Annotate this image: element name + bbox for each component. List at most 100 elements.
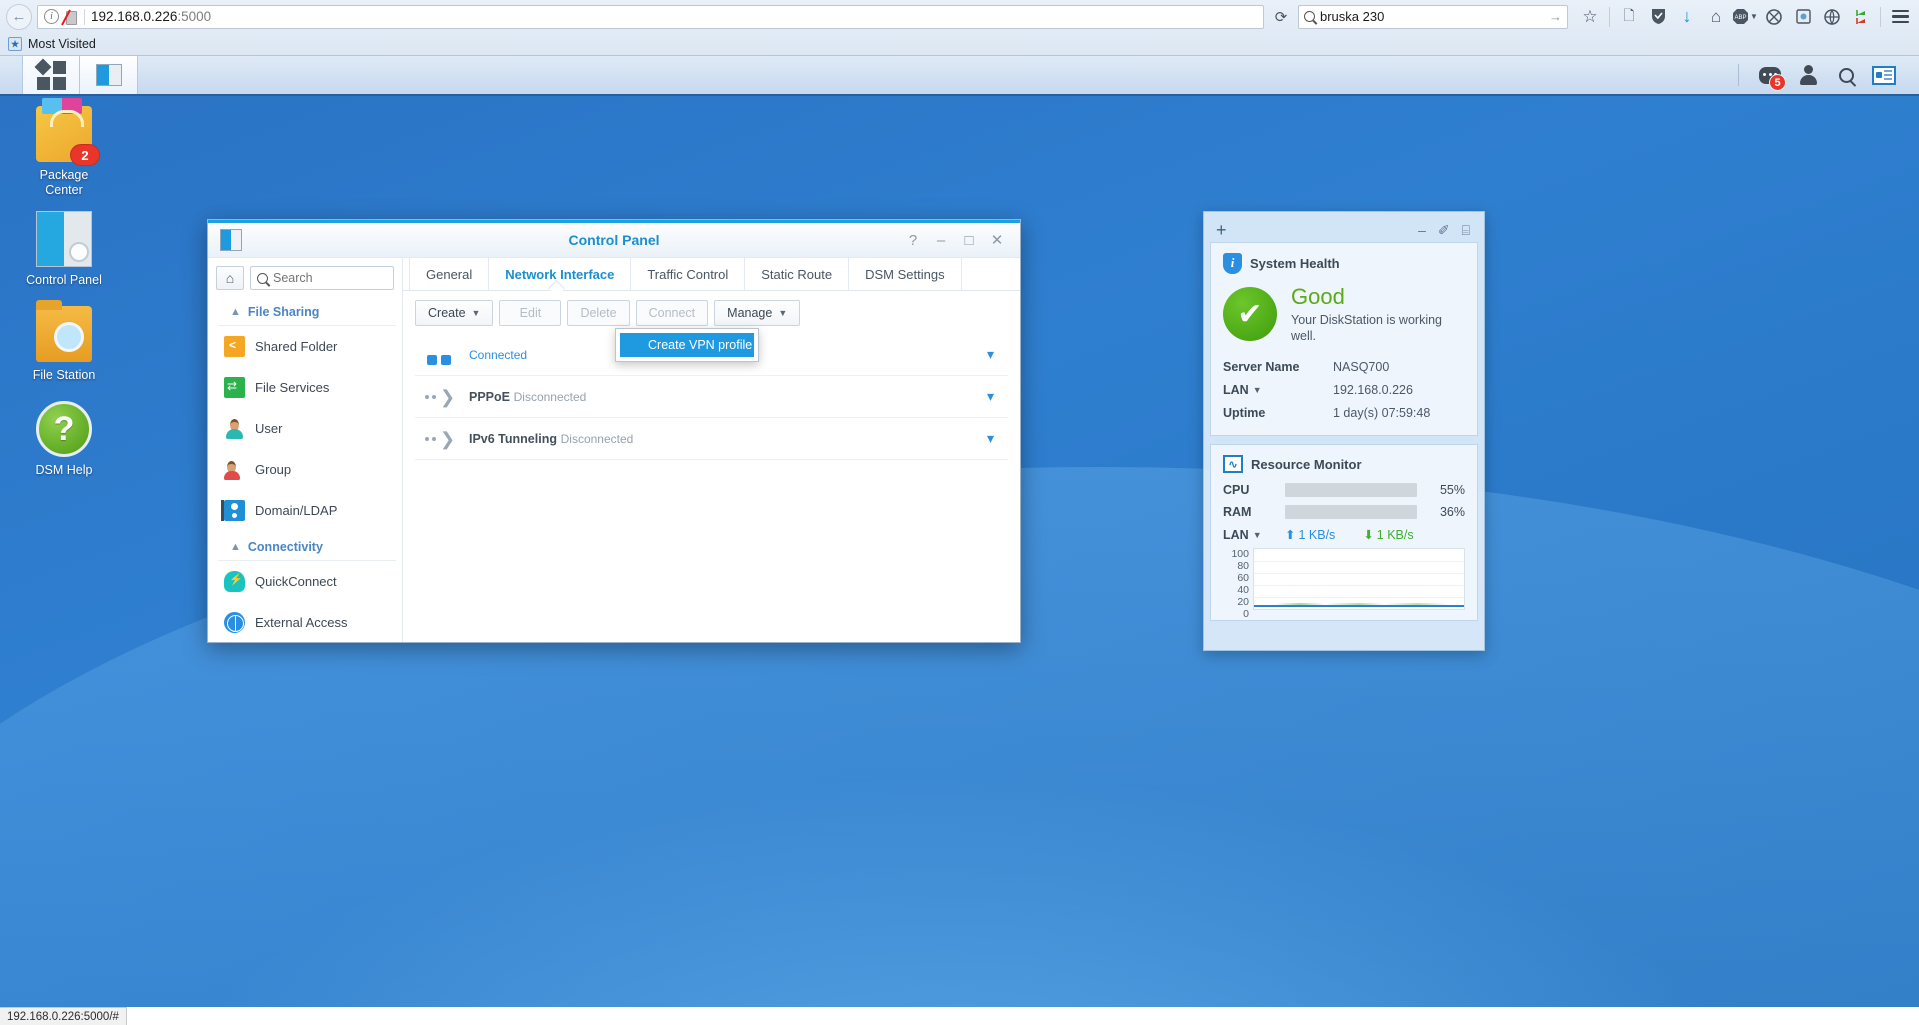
reload-button[interactable]: ⟳ <box>1269 5 1293 29</box>
adblock-plus-icon[interactable]: ABP ▼ <box>1732 4 1758 30</box>
chevron-down-icon[interactable]: ▾ <box>987 388 1000 405</box>
shield-icon[interactable] <box>1645 4 1671 30</box>
tab-static-route[interactable]: Static Route <box>745 258 850 290</box>
tab-traffic-control[interactable]: Traffic Control <box>631 258 746 290</box>
interface-status: Connected <box>469 347 528 362</box>
sidebar-item-domain-ldap[interactable]: Domain/LDAP <box>210 490 400 531</box>
sidebar-search-box[interactable] <box>250 266 394 290</box>
cpu-meter-row: CPU 55% <box>1223 483 1465 497</box>
connect-button[interactable]: Connect <box>635 300 709 326</box>
maximize-button[interactable]: □ <box>956 227 982 253</box>
downloads-icon[interactable]: ↓ <box>1674 4 1700 30</box>
nav-group-connectivity[interactable]: ▲ Connectivity <box>218 531 396 561</box>
sidebar-item-shared-folder[interactable]: Shared Folder <box>210 326 400 367</box>
page-info-icon[interactable]: i <box>44 9 59 24</box>
package-update-badge: 2 <box>70 144 100 166</box>
chevron-down-icon[interactable]: ▾ <box>987 430 1000 447</box>
desktop-icon-file-station[interactable]: File Station <box>8 300 120 383</box>
chevron-down-icon: ▼ <box>778 308 788 318</box>
delete-button[interactable]: Delete <box>567 300 630 326</box>
menu-item-create-vpn-profile[interactable]: Create VPN profile <box>620 333 754 357</box>
search-icon <box>257 272 268 284</box>
control-panel-content: General Network Interface Traffic Contro… <box>403 258 1020 642</box>
bookmark-star-icon[interactable]: ☆ <box>1577 4 1603 30</box>
sidebar-item-label: File Services <box>255 380 330 395</box>
label-lan[interactable]: LAN ▼ <box>1223 379 1333 402</box>
tab-dsm-settings[interactable]: DSM Settings <box>849 258 962 290</box>
lan-selector[interactable]: LAN ▼ <box>1223 528 1275 542</box>
add-widget-button[interactable]: + <box>1210 220 1227 241</box>
chevron-down-icon[interactable]: ▼ <box>1253 379 1262 402</box>
taskbar-control-panel[interactable] <box>80 56 138 94</box>
user-account-button[interactable] <box>1791 58 1825 92</box>
search-go-icon[interactable]: → <box>1549 9 1562 24</box>
interface-row-ipv6-tunneling[interactable]: ❯ IPv6 Tunneling Disconnected ▾ <box>415 418 1008 460</box>
noscript-icon[interactable] <box>1761 4 1787 30</box>
shared-folder-icon <box>224 336 245 357</box>
app-launcher-button[interactable] <box>22 56 80 94</box>
hamburger-glyph <box>1891 10 1909 23</box>
chevron-down-icon[interactable]: ▼ <box>1253 530 1262 540</box>
search-input[interactable]: bruska 230 <box>1320 9 1544 24</box>
close-button[interactable]: ✕ <box>984 227 1010 253</box>
cpu-value: 55% <box>1439 483 1465 497</box>
home-icon[interactable]: ⌂ <box>1703 4 1729 30</box>
y-tick: 40 <box>1237 584 1249 596</box>
notifications-button[interactable]: 5 <box>1753 58 1787 92</box>
window-title: Control Panel <box>568 232 660 248</box>
chart-plot-area <box>1253 548 1465 610</box>
file-services-icon <box>224 377 245 398</box>
broken-lock-icon[interactable] <box>65 9 78 25</box>
manage-button[interactable]: Manage ▼ <box>714 300 801 326</box>
dsm-search-button[interactable] <box>1829 58 1863 92</box>
chevron-down-icon[interactable]: ▼ <box>1750 12 1758 21</box>
minimize-button[interactable]: – <box>928 227 954 253</box>
desktop-label-control-panel: Control Panel <box>26 273 102 287</box>
taskbar-spacer <box>138 56 1738 94</box>
desktop-label-package-center-2: Center <box>45 183 83 197</box>
bookmark-most-visited[interactable]: Most Visited <box>28 37 96 51</box>
ghostery-glyph <box>1795 9 1811 24</box>
desktop-icon-package-center[interactable]: 2 Package Center <box>8 98 120 198</box>
edit-button[interactable]: Edit <box>499 300 562 326</box>
url-bar[interactable]: i 192.168.0.226:5000 <box>37 4 1264 29</box>
pin-widgets-button[interactable]: ✐ <box>1438 222 1450 239</box>
sidebar-item-file-services[interactable]: File Services <box>210 367 400 408</box>
desktop-icon-dsm-help[interactable]: ? DSM Help <box>8 401 120 478</box>
create-button[interactable]: Create ▼ <box>415 300 494 326</box>
ram-meter-row: RAM 36% <box>1223 505 1465 519</box>
reader-view-icon[interactable]: 🗋 <box>1616 4 1642 30</box>
interface-row-pppoe[interactable]: ❯ PPPoE Disconnected ▾ <box>415 376 1008 418</box>
widgets-toggle-button[interactable] <box>1867 58 1901 92</box>
minimize-widgets-button[interactable]: – <box>1418 222 1426 238</box>
taskbar-divider <box>1738 64 1739 86</box>
download-value: 1 KB/s <box>1376 527 1414 542</box>
desktop-icon-control-panel[interactable]: Control Panel <box>8 211 120 288</box>
privacy-badger-icon[interactable] <box>1819 4 1845 30</box>
sidebar-item-user[interactable]: User <box>210 408 400 449</box>
tab-general[interactable]: General <box>409 258 490 290</box>
back-button[interactable]: ← <box>6 3 32 30</box>
sidebar-home-button[interactable]: ⌂ <box>216 266 244 290</box>
browser-search-bar[interactable]: bruska 230 → <box>1298 4 1568 29</box>
chevron-down-icon[interactable]: ▾ <box>987 346 1000 363</box>
ghostery-icon[interactable] <box>1790 4 1816 30</box>
nav-group-file-sharing[interactable]: ▲ File Sharing <box>218 296 396 326</box>
upload-series-line <box>1254 605 1464 607</box>
hamburger-menu-icon[interactable] <box>1887 4 1913 30</box>
tab-network-interface[interactable]: Network Interface <box>489 258 632 290</box>
flagfox-icon[interactable] <box>1848 4 1874 30</box>
sidebar-search-input[interactable] <box>273 271 387 285</box>
sidebar-item-quickconnect[interactable]: QuickConnect <box>210 561 400 602</box>
help-button[interactable]: ? <box>900 227 926 253</box>
sidebar-item-external-access[interactable]: External Access <box>210 602 400 642</box>
app-launcher-icon <box>34 58 66 90</box>
label-uptime: Uptime <box>1223 406 1266 420</box>
toolbar-divider-2 <box>1880 6 1881 27</box>
window-title-bar[interactable]: Control Panel ? – □ ✕ <box>208 223 1020 258</box>
browser-nav-row: ← i 192.168.0.226:5000 ⟳ bruska 230 → ☆ … <box>0 0 1919 33</box>
search-icon <box>1304 11 1315 22</box>
noscript-glyph <box>1766 8 1782 25</box>
sidebar-item-group[interactable]: Group <box>210 449 400 490</box>
widget-options-button[interactable]: ⌸ <box>1462 222 1470 239</box>
